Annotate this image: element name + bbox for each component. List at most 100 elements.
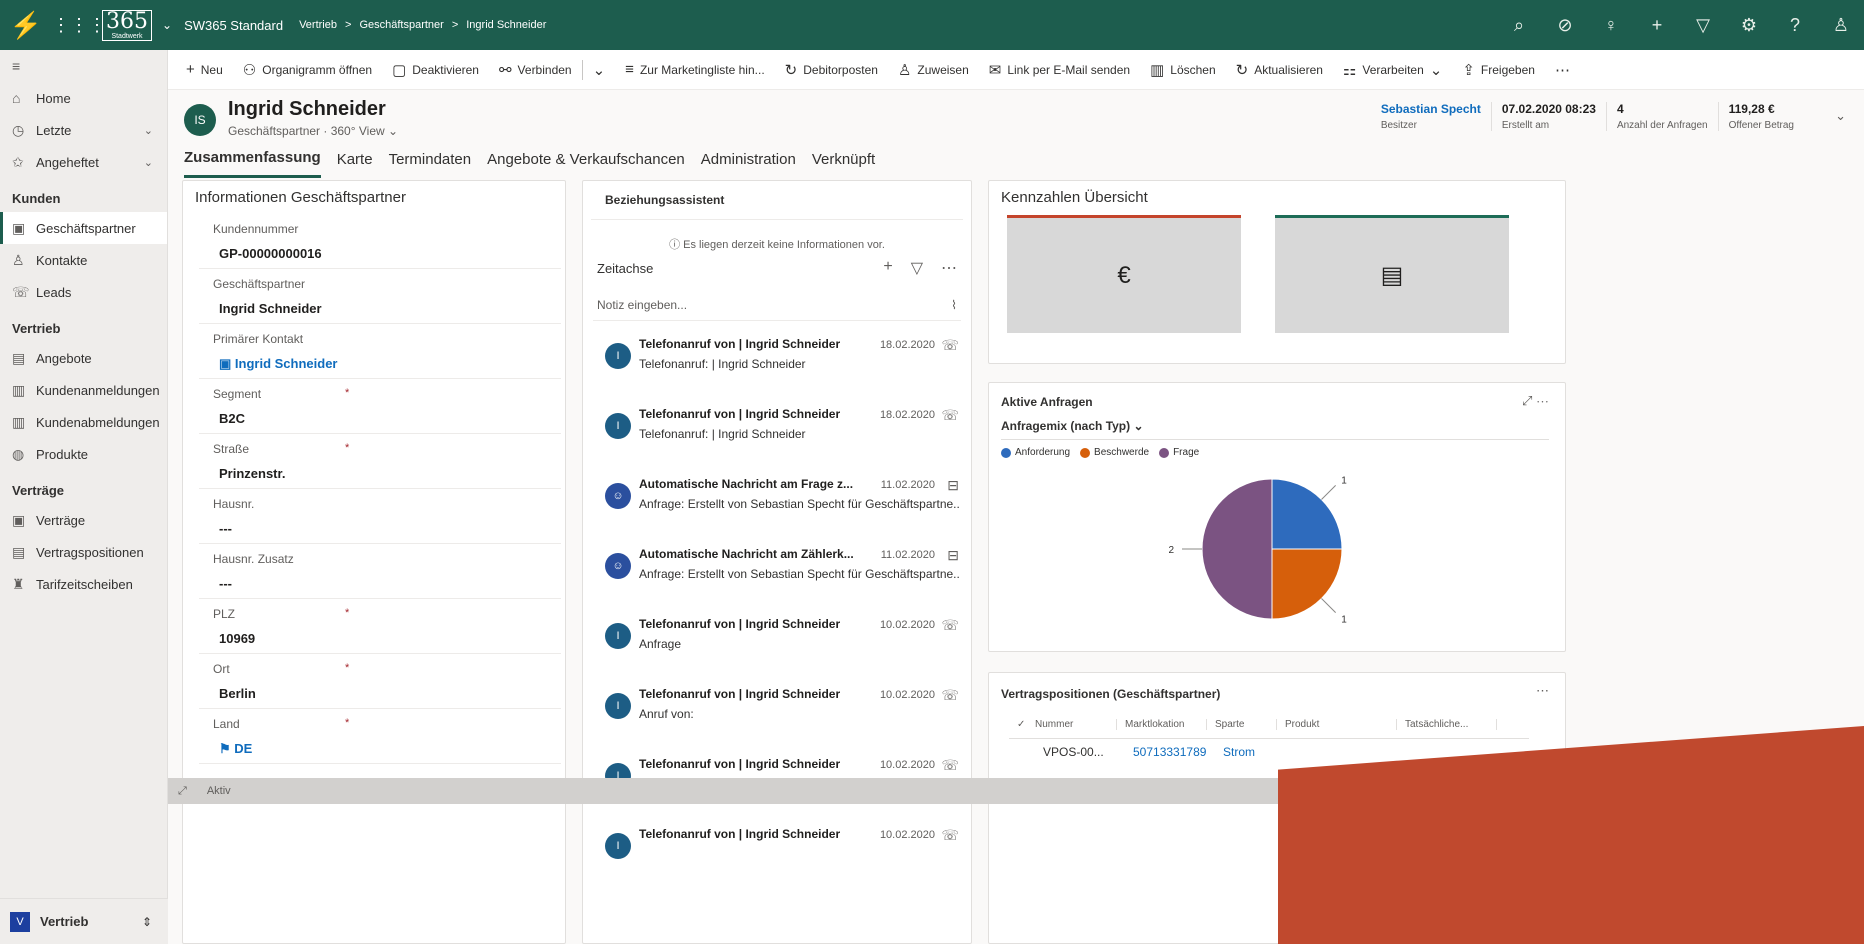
app-launcher-icon[interactable]: ⋮⋮⋮: [52, 15, 106, 36]
timeline-item-title[interactable]: Automatische Nachricht am Zählerk...: [639, 547, 854, 561]
column-header[interactable]: Tatsächliche...: [1397, 719, 1497, 730]
expand-icon[interactable]: ⤢: [1522, 393, 1532, 408]
timeline-item-title[interactable]: Telefonanruf von | Ingrid Schneider: [639, 827, 840, 841]
column-header[interactable]: Produkt: [1277, 719, 1397, 730]
field-value[interactable]: Prinzenstr.: [219, 466, 285, 481]
field-value[interactable]: Ingrid Schneider: [235, 356, 338, 371]
field-value[interactable]: B2C: [219, 411, 245, 426]
breadcrumb-item[interactable]: Ingrid Schneider: [466, 19, 546, 31]
more-commands-button[interactable]: ⋯: [1545, 61, 1580, 79]
breadcrumb-item[interactable]: Geschäftspartner: [359, 19, 443, 31]
sidebar-item-vertragspositionen[interactable]: ▤ Vertragspositionen: [0, 536, 167, 568]
chart-view-selector[interactable]: Anfragemix (nach Typ) ⌄: [1001, 419, 1549, 440]
more-icon[interactable]: ⋯: [1536, 393, 1549, 408]
field-segment[interactable]: Segment * B2C: [199, 379, 561, 434]
tab-termindaten[interactable]: Termindaten: [389, 140, 472, 178]
chevron-down-icon[interactable]: ⌄: [162, 18, 172, 32]
timeline-item-title[interactable]: Telefonanruf von | Ingrid Schneider: [639, 687, 840, 701]
assign-button[interactable]: ♙ Zuweisen: [888, 61, 979, 79]
sidebar-item-home[interactable]: ⌂ Home: [0, 82, 167, 114]
sidebar-item-geschaeftspartner[interactable]: ▣ Geschäftspartner: [0, 212, 167, 244]
lightbulb-icon[interactable]: ♀: [1588, 15, 1634, 36]
field-plz[interactable]: PLZ * 10969: [199, 599, 561, 654]
field-value[interactable]: Ingrid Schneider: [219, 301, 322, 316]
area-switcher[interactable]: V Vertrieb ⇕: [0, 898, 168, 944]
gear-icon[interactable]: ⚙: [1726, 15, 1772, 36]
refresh-button[interactable]: ↻ Aktualisieren: [1226, 61, 1333, 79]
timeline-item[interactable]: I Telefonanruf von | Ingrid Schneider Tele…: [583, 399, 971, 461]
filter-icon[interactable]: ▽: [911, 258, 923, 278]
sidebar-item-kundenabmeldungen[interactable]: ▥ Kundenabmeldungen: [0, 406, 167, 438]
user-icon[interactable]: ♙: [1818, 15, 1864, 36]
field-value[interactable]: GP-00000000016: [219, 246, 322, 261]
owner-value[interactable]: Sebastian Specht: [1381, 102, 1481, 116]
chevron-down-icon[interactable]: ⌄: [1835, 108, 1846, 124]
hamburger-menu[interactable]: ≡: [0, 50, 167, 82]
field-land[interactable]: Land * ⚑ DE: [199, 709, 561, 764]
column-header[interactable]: Marktlokation: [1117, 719, 1207, 730]
task-flow-icon[interactable]: ⊘: [1542, 15, 1588, 36]
field-value[interactable]: ---: [219, 521, 232, 536]
expand-icon[interactable]: ⤢: [178, 785, 187, 798]
cell-marktlokation[interactable]: 50713331789: [1133, 745, 1223, 759]
timeline-item-title[interactable]: Automatische Nachricht am Frage z...: [639, 477, 853, 491]
tab-karte[interactable]: Karte: [337, 140, 373, 178]
search-icon[interactable]: ⌕: [1496, 15, 1542, 36]
org-chart-button[interactable]: ⚇ Organigramm öffnen: [233, 61, 382, 79]
timeline-item-title[interactable]: Telefonanruf von | Ingrid Schneider: [639, 407, 840, 421]
sidebar-item-angebote[interactable]: ▤ Angebote: [0, 342, 167, 374]
timeline-item-title[interactable]: Telefonanruf von | Ingrid Schneider: [639, 617, 840, 631]
column-header[interactable]: Nummer: [1027, 719, 1117, 730]
new-button[interactable]: + Neu: [176, 61, 233, 78]
timeline-item[interactable]: I Telefonanruf von | Ingrid Schneider 10.0…: [583, 819, 971, 881]
timeline-item-title[interactable]: Telefonanruf von | Ingrid Schneider: [639, 757, 840, 771]
marketing-list-button[interactable]: ≡ Zur Marketingliste hin...: [615, 61, 774, 78]
field-value[interactable]: 10969: [219, 631, 255, 646]
form-selector[interactable]: Geschäftspartner · 360° View ⌄: [228, 124, 398, 138]
timeline-item[interactable]: I Telefonanruf von | Ingrid Schneider Tele…: [583, 329, 971, 391]
email-link-button[interactable]: ✉ Link per E-Mail senden: [979, 61, 1140, 79]
field-value[interactable]: DE: [234, 741, 252, 756]
sidebar-item-produkte[interactable]: ◍ Produkte: [0, 438, 167, 470]
field-value[interactable]: ---: [219, 576, 232, 591]
timeline-item[interactable]: ☺ Automatische Nachricht am Zählerk... Anf…: [583, 539, 971, 601]
connect-button[interactable]: ⚯ Verbinden: [489, 61, 582, 79]
sidebar-item-kundenanmeldungen[interactable]: ▥ Kundenanmeldungen: [0, 374, 167, 406]
header-field-owner[interactable]: Sebastian Specht Besitzer: [1371, 102, 1491, 131]
app-name[interactable]: SW365 Standard: [184, 18, 283, 33]
timeline-item-title[interactable]: Telefonanruf von | Ingrid Schneider: [639, 337, 840, 351]
tab-angebote[interactable]: Angebote & Verkaufschancen: [487, 140, 685, 178]
field-kundennummer[interactable]: Kundennummer GP-00000000016: [199, 214, 561, 269]
cell-sparte[interactable]: Strom: [1223, 745, 1293, 759]
more-icon[interactable]: ⋯: [941, 258, 957, 278]
delete-button[interactable]: ▥ Löschen: [1140, 61, 1226, 79]
field-value[interactable]: Berlin: [219, 686, 256, 701]
sidebar-item-angeheftet[interactable]: ✩ Angeheftet ⌄: [0, 146, 167, 178]
timeline-item[interactable]: ☺ Automatische Nachricht am Frage z... Anf…: [583, 469, 971, 531]
tab-zusammenfassung[interactable]: Zusammenfassung: [184, 140, 321, 178]
share-button[interactable]: ⇪ Freigeben: [1452, 61, 1545, 79]
timeline-item[interactable]: I Telefonanruf von | Ingrid Schneider Anfr…: [583, 609, 971, 671]
sidebar-item-kontakte[interactable]: ♙ Kontakte: [0, 244, 167, 276]
bolt-icon[interactable]: ⚡: [0, 0, 52, 50]
lookup-link[interactable]: ⚑ DE: [219, 741, 252, 757]
note-input[interactable]: Notiz eingeben... ⌇: [593, 290, 961, 321]
breadcrumb-item[interactable]: Vertrieb: [299, 19, 337, 31]
column-header[interactable]: Sparte: [1207, 719, 1277, 730]
pie-slice[interactable]: [1201, 478, 1273, 620]
cell-nummer[interactable]: VPOS-00...: [1043, 745, 1133, 759]
sidebar-item-tarifzeitscheiben[interactable]: ♜ Tarifzeitscheiben: [0, 568, 167, 600]
field-hausnr[interactable]: Hausnr. ---: [199, 489, 561, 544]
lookup-link[interactable]: ▣ Ingrid Schneider: [219, 356, 337, 372]
tab-administration[interactable]: Administration: [701, 140, 796, 178]
tab-verknuepft[interactable]: Verknüpft: [812, 140, 875, 178]
field-ort[interactable]: Ort * Berlin: [199, 654, 561, 709]
field-geschaeftspartner[interactable]: Geschäftspartner Ingrid Schneider: [199, 269, 561, 324]
field-hausnr-zusatz[interactable]: Hausnr. Zusatz ---: [199, 544, 561, 599]
sidebar-item-leads[interactable]: ☏ Leads: [0, 276, 167, 308]
field-strasse[interactable]: Straße * Prinzenstr.: [199, 434, 561, 489]
process-button[interactable]: ⚏ Verarbeiten ⌄: [1333, 61, 1452, 79]
field-primaerer-kontakt[interactable]: Primärer Kontakt ▣ Ingrid Schneider: [199, 324, 561, 379]
deactivate-button[interactable]: ▢ Deaktivieren: [382, 61, 489, 79]
help-icon[interactable]: ?: [1772, 15, 1818, 36]
